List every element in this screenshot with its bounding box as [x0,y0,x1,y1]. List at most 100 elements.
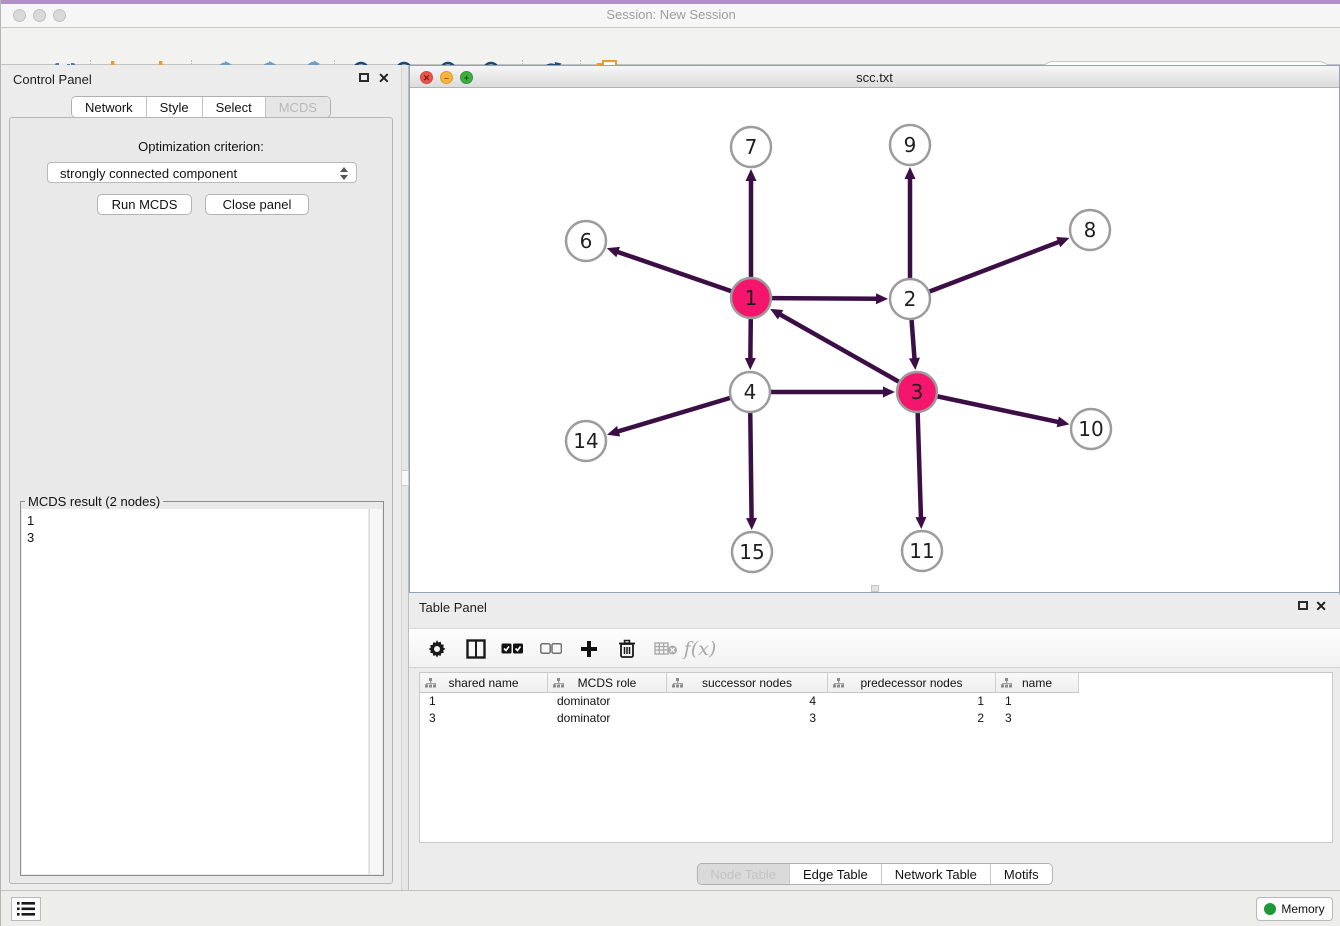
close-table-panel-icon[interactable]: ✕ [1315,600,1327,612]
node-label-14: 14 [573,429,598,453]
function-builder-icon: f(x) [687,636,713,662]
node-table[interactable]: shared nameMCDS rolesuccessor nodesprede… [419,672,1333,843]
control-panel-tabs: NetworkStyleSelectMCDS [71,96,331,118]
column-header-MCDS-role[interactable]: MCDS role [548,673,667,693]
memory-label: Memory [1281,902,1324,916]
memory-button[interactable]: Memory [1256,897,1333,921]
arrowhead-1-7 [746,169,757,181]
arrowhead-4-3 [883,387,895,398]
main-toolbar [1,28,1340,65]
float-table-panel-icon[interactable] [1298,601,1308,610]
edge-2-3[interactable] [912,320,915,360]
control-panel-title: Control Panel [13,72,92,87]
table-panel: Table Panel ✕ [409,595,1340,890]
cell[interactable]: 1 [828,693,996,710]
arrowhead-4-14 [607,426,620,437]
node-label-1: 1 [745,286,758,310]
mcds-result-list[interactable]: 1 3 [22,509,368,874]
window-title: Session: New Session [1,7,1340,22]
arrowhead-4-15 [746,518,757,530]
cell[interactable]: 3 [667,710,828,727]
network-resize-handle[interactable] [871,585,879,592]
node-label-4: 4 [744,380,757,404]
tab-style[interactable]: Style [146,97,202,117]
criterion-select[interactable]: strongly connected component [47,162,357,183]
optimization-criterion-label: Optimization criterion: [10,139,392,154]
arrowhead-1-4 [745,358,756,370]
edge-1-6[interactable] [616,251,731,291]
split-columns-icon[interactable] [463,636,489,662]
memory-status-icon [1264,903,1276,915]
table-toolbar: f(x) [409,628,1340,668]
control-panel: Control Panel ✕ NetworkStyleSelectMCDS O… [1,65,401,890]
table-row[interactable]: 1dominator411 [420,693,1332,710]
tab-edge-table[interactable]: Edge Table [789,864,881,884]
tab-network[interactable]: Network [72,97,146,117]
criterion-value: strongly connected component [60,166,237,181]
node-label-15: 15 [739,540,764,564]
column-header-shared-name[interactable]: shared name [420,673,548,693]
node-label-3: 3 [911,380,924,404]
float-panel-icon[interactable] [359,73,369,82]
arrowhead-1-6 [607,247,620,257]
edge-3-11[interactable] [918,413,921,519]
application-window: Session: New Session [0,0,1340,926]
network-view-window: ✕ – + scc.txt 1234678910111415 [409,65,1340,593]
tab-node-table[interactable]: Node Table [697,864,789,884]
list-icon [17,902,35,916]
cell[interactable]: 3 [420,710,548,727]
deselect-all-icon[interactable] [538,636,564,662]
gear-icon[interactable] [424,636,450,662]
network-window-titlebar[interactable]: ✕ – + scc.txt [410,66,1339,88]
cell[interactable]: 1 [420,693,548,710]
cell[interactable]: 1 [996,693,1079,710]
node-label-8: 8 [1084,218,1097,242]
run-mcds-button[interactable]: Run MCDS [97,194,192,215]
network-window-title: scc.txt [410,70,1339,85]
title-bar: Session: New Session [1,0,1340,28]
splitter-handle[interactable] [401,470,409,486]
node-label-11: 11 [909,539,934,563]
window-accent-strip [1,0,1340,4]
tab-mcds[interactable]: MCDS [265,97,330,117]
cell[interactable]: 3 [996,710,1079,727]
table-row[interactable]: 3dominator323 [420,710,1332,727]
tab-network-table[interactable]: Network Table [881,864,990,884]
mcds-result-title: MCDS result (2 nodes) [25,494,163,509]
result-scrollbar[interactable] [369,509,382,874]
edge-3-10[interactable] [938,396,1060,422]
edge-1-2[interactable] [772,298,878,299]
select-stepper-icon [340,166,349,181]
arrowhead-1-2 [876,293,888,304]
network-canvas[interactable]: 1234678910111415 [410,88,1339,592]
edge-3-1[interactable] [779,314,899,382]
arrowhead-2-3 [909,358,920,370]
cell[interactable]: 2 [828,710,996,727]
node-label-7: 7 [745,135,758,159]
mcds-panel: Optimization criterion: strongly connect… [9,117,393,884]
column-header-predecessor-nodes[interactable]: predecessor nodes [828,673,996,693]
close-panel-icon[interactable]: ✕ [378,72,390,84]
column-header-successor-nodes[interactable]: successor nodes [667,673,828,693]
column-header-name[interactable]: name [996,673,1079,693]
cell[interactable]: dominator [548,710,667,727]
task-history-button[interactable] [11,897,41,921]
tab-select[interactable]: Select [202,97,265,117]
arrowhead-2-8 [1056,237,1069,247]
status-bar: Memory [1,890,1340,926]
edge-4-15[interactable] [750,413,751,520]
cell[interactable]: 4 [667,693,828,710]
node-label-2: 2 [904,287,917,311]
edge-4-14[interactable] [617,398,730,432]
tab-motifs[interactable]: Motifs [990,864,1052,884]
delete-table-icon [653,636,679,662]
add-column-icon[interactable] [576,636,602,662]
cell[interactable]: dominator [548,693,667,710]
node-label-9: 9 [904,133,917,157]
arrowhead-3-11 [915,517,926,529]
delete-column-icon[interactable] [614,636,640,662]
close-panel-button[interactable]: Close panel [205,194,309,215]
arrowhead-3-10 [1057,417,1070,428]
edge-2-8[interactable] [930,241,1061,291]
select-all-icon[interactable] [499,636,525,662]
